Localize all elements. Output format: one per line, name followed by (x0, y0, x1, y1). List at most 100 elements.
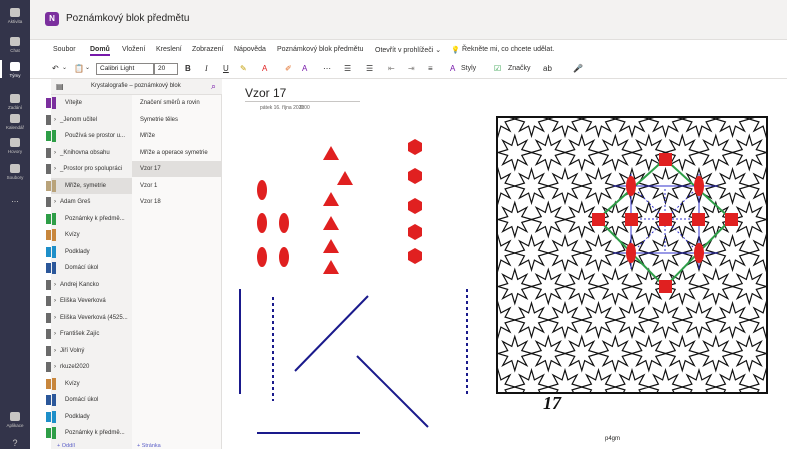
rail-item-3[interactable]: Týmy (0, 60, 30, 78)
italic-button[interactable]: I (205, 64, 208, 73)
section-item[interactable]: Domácí úkol (51, 260, 132, 276)
font-family-select[interactable]: Calibri Light (96, 63, 154, 75)
add-page-button[interactable]: + Stránka (137, 443, 161, 449)
add-section-button[interactable]: + Oddíl (57, 443, 75, 449)
tab-help[interactable]: Nápověda (234, 46, 266, 53)
search-icon[interactable]: ⌕ (211, 81, 216, 92)
rail-item-8[interactable]: ... (0, 194, 30, 204)
rail-item-9[interactable]: Aplikace (0, 412, 30, 428)
oval-shape[interactable] (279, 213, 289, 233)
section-item[interactable]: Kvízy (51, 376, 132, 392)
align-icon[interactable]: ≡ (428, 64, 433, 73)
rail-item-7[interactable]: Soubory (0, 164, 30, 180)
hexagon-shape[interactable] (408, 168, 422, 184)
tags-button[interactable]: Značky (508, 65, 531, 72)
spelling-icon[interactable]: ab (543, 64, 552, 73)
page-item[interactable]: Mříže (132, 128, 222, 144)
styles-icon[interactable]: A (450, 64, 455, 73)
drawing-surface[interactable] (223, 79, 787, 449)
highlight-icon[interactable]: ✎ (240, 64, 247, 73)
tab-file[interactable]: Soubor (53, 46, 76, 53)
chevron-icon[interactable]: › (54, 277, 56, 293)
rail-item-5[interactable]: Kalendář (0, 114, 30, 130)
oval-shape[interactable] (279, 247, 289, 267)
hexagon-shape[interactable] (408, 248, 422, 264)
triangle-shape[interactable] (323, 260, 339, 274)
rail-item-4[interactable]: Zadání (0, 94, 30, 110)
bullets-icon[interactable]: ☰ (344, 64, 351, 73)
pattern-caption[interactable]: p4gm (605, 436, 620, 442)
hexagon-shape[interactable] (408, 139, 422, 155)
chevron-icon[interactable]: › (54, 145, 56, 161)
indent-icon[interactable]: ⇥ (408, 64, 415, 73)
page-item[interactable]: Vzor 17 (132, 161, 222, 177)
chevron-icon[interactable]: › (54, 343, 56, 359)
dictate-icon[interactable]: 🎤 (573, 64, 583, 73)
section-group[interactable]: › Jiří Volný (51, 343, 132, 359)
section-group[interactable]: › _Jenom učitel (51, 112, 132, 128)
diagonal-line[interactable] (356, 355, 429, 428)
page-item[interactable]: Mříže a operace symetrie (132, 145, 222, 161)
chevron-icon[interactable]: › (54, 161, 56, 177)
section-group[interactable]: › _Prostor pro spolupráci (51, 161, 132, 177)
open-in-browser[interactable]: Otevřít v prohlížeči ⌄ (375, 46, 441, 54)
page-item[interactable]: Vzor 18 (132, 194, 222, 210)
triangle-shape[interactable] (337, 171, 353, 185)
oval-shape[interactable] (257, 247, 267, 267)
font-size-select[interactable]: 20 (154, 63, 178, 75)
font-color-icon[interactable]: A (262, 64, 267, 73)
section-group[interactable]: › rkuzel2020 (51, 359, 132, 375)
section-item[interactable]: Podklady (51, 244, 132, 260)
chevron-icon[interactable]: › (54, 310, 56, 326)
chevron-icon[interactable]: › (54, 326, 56, 342)
section-item[interactable]: Používá se prostor u... (51, 128, 132, 144)
rail-item-6[interactable]: Hovory (0, 138, 30, 154)
triangle-shape[interactable] (323, 239, 339, 253)
style-more-icon[interactable]: ⋯ (323, 64, 331, 73)
diagonal-line[interactable] (294, 295, 369, 372)
section-item[interactable]: Kvízy (51, 227, 132, 243)
paste-dropdown-icon[interactable]: ⌄ (85, 64, 90, 71)
triangle-shape[interactable] (323, 146, 339, 160)
bold-button[interactable]: B (185, 64, 191, 73)
clear-format-icon[interactable]: ✐ (285, 64, 292, 73)
styles-button[interactable]: Styly (461, 65, 476, 72)
oval-shape[interactable] (257, 180, 267, 200)
hexagon-shape[interactable] (408, 198, 422, 214)
rail-item-2[interactable]: Chat (0, 37, 30, 53)
section-group[interactable]: › _Knihovna obsahu (51, 145, 132, 161)
section-group[interactable]: › František Zajíc (51, 326, 132, 342)
tab-class-notebook[interactable]: Poznámkový blok předmětu (277, 46, 363, 53)
section-item[interactable]: Vítejte (51, 95, 132, 111)
page-canvas[interactable]: Vzor 17 pátek 16. října 2020 0:00 17 p4g… (223, 79, 787, 449)
tell-me-input[interactable]: Řekněte mi, co chcete udělat. (462, 46, 554, 53)
oval-shape[interactable] (257, 213, 267, 233)
undo-icon[interactable]: ↶ (52, 64, 59, 73)
underline-button[interactable]: U (223, 64, 229, 73)
chevron-icon[interactable]: › (54, 112, 56, 128)
hexagon-shape[interactable] (408, 224, 422, 240)
notebook-header[interactable]: ▤ Krystalografie – poznámkový blok ⌕ (51, 79, 222, 95)
chevron-icon[interactable]: › (54, 194, 56, 210)
section-group[interactable]: › Adam Greš (51, 194, 132, 210)
page-item[interactable]: Vzor 1 (132, 178, 222, 194)
section-item[interactable]: Poznámky k předmě... (51, 425, 132, 441)
triangle-shape[interactable] (323, 216, 339, 230)
tab-home[interactable]: Domů (90, 46, 110, 56)
section-group[interactable]: › Eliška Veverková (4525... (51, 310, 132, 326)
paste-icon[interactable]: 📋 (74, 64, 84, 73)
section-item[interactable]: Domácí úkol (51, 392, 132, 408)
tab-view[interactable]: Zobrazení (192, 46, 224, 53)
triangle-shape[interactable] (323, 192, 339, 206)
symmetry-pattern-image[interactable] (481, 102, 787, 438)
tag-check-icon[interactable]: ☑ (494, 64, 501, 73)
section-item[interactable]: Poznámky k předmě... (51, 211, 132, 227)
outdent-icon[interactable]: ⇤ (388, 64, 395, 73)
section-item[interactable]: Mříže, symetrie (51, 177, 132, 194)
text-effects-icon[interactable]: A (302, 64, 307, 73)
chevron-icon[interactable]: › (54, 293, 56, 309)
page-item[interactable]: Symetrie těles (132, 112, 222, 128)
tab-draw[interactable]: Kreslení (156, 46, 182, 53)
numbering-icon[interactable]: ☰ (366, 64, 373, 73)
rail-item-1[interactable]: Aktivita (0, 8, 30, 24)
